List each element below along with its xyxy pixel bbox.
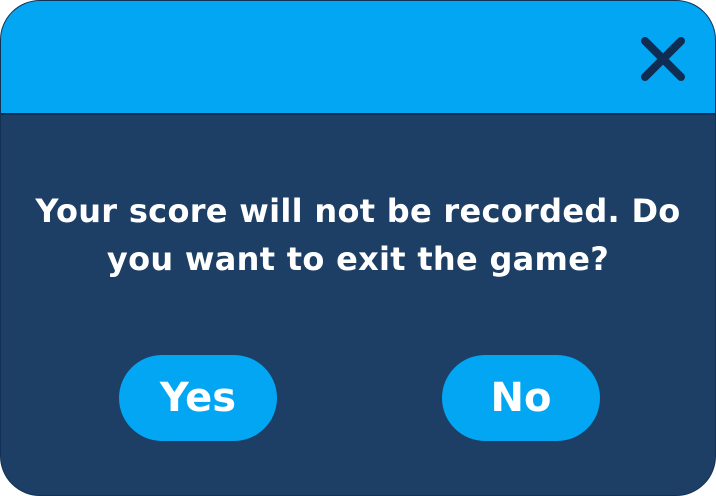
dialog-message-line-1: Your score will not be recorded. Do	[35, 192, 681, 230]
dialog-message: Your score will not be recorded. Do you …	[21, 187, 695, 283]
yes-button[interactable]: Yes	[119, 355, 277, 441]
close-icon	[641, 37, 685, 81]
close-button[interactable]	[635, 31, 691, 87]
no-button-label: No	[490, 375, 552, 421]
dialog-message-line-2: you want to exit the game?	[106, 240, 610, 278]
exit-game-dialog: Your score will not be recorded. Do you …	[0, 0, 716, 496]
dialog-title-bar	[1, 1, 715, 115]
yes-button-label: Yes	[159, 375, 237, 421]
no-button[interactable]: No	[442, 355, 600, 441]
